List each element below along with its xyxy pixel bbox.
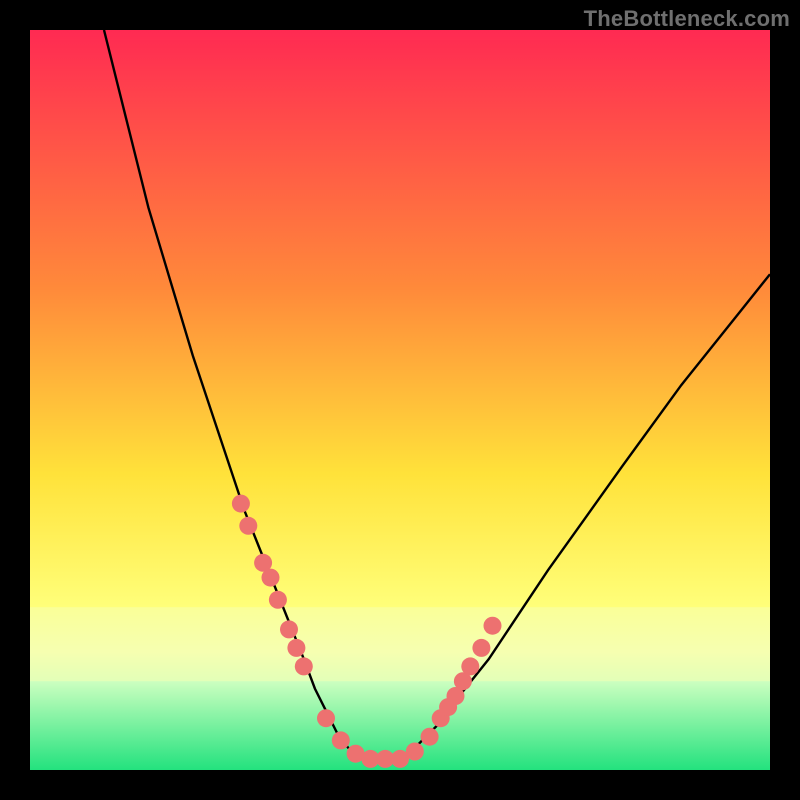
watermark-text: TheBottleneck.com [584,6,790,32]
chart-svg [30,30,770,770]
marker-dot [332,731,350,749]
marker-dot [421,728,439,746]
marker-dot [262,569,280,587]
marker-dot [239,517,257,535]
marker-dot [287,639,305,657]
chart-stage: TheBottleneck.com [0,0,800,800]
marker-dot [406,743,424,761]
highlight-band [30,607,770,681]
marker-dot [295,657,313,675]
marker-dot [472,639,490,657]
marker-dot [269,591,287,609]
marker-dot [280,620,298,638]
marker-dot [461,657,479,675]
marker-dot [232,495,250,513]
marker-dot [317,709,335,727]
marker-dot [484,617,502,635]
